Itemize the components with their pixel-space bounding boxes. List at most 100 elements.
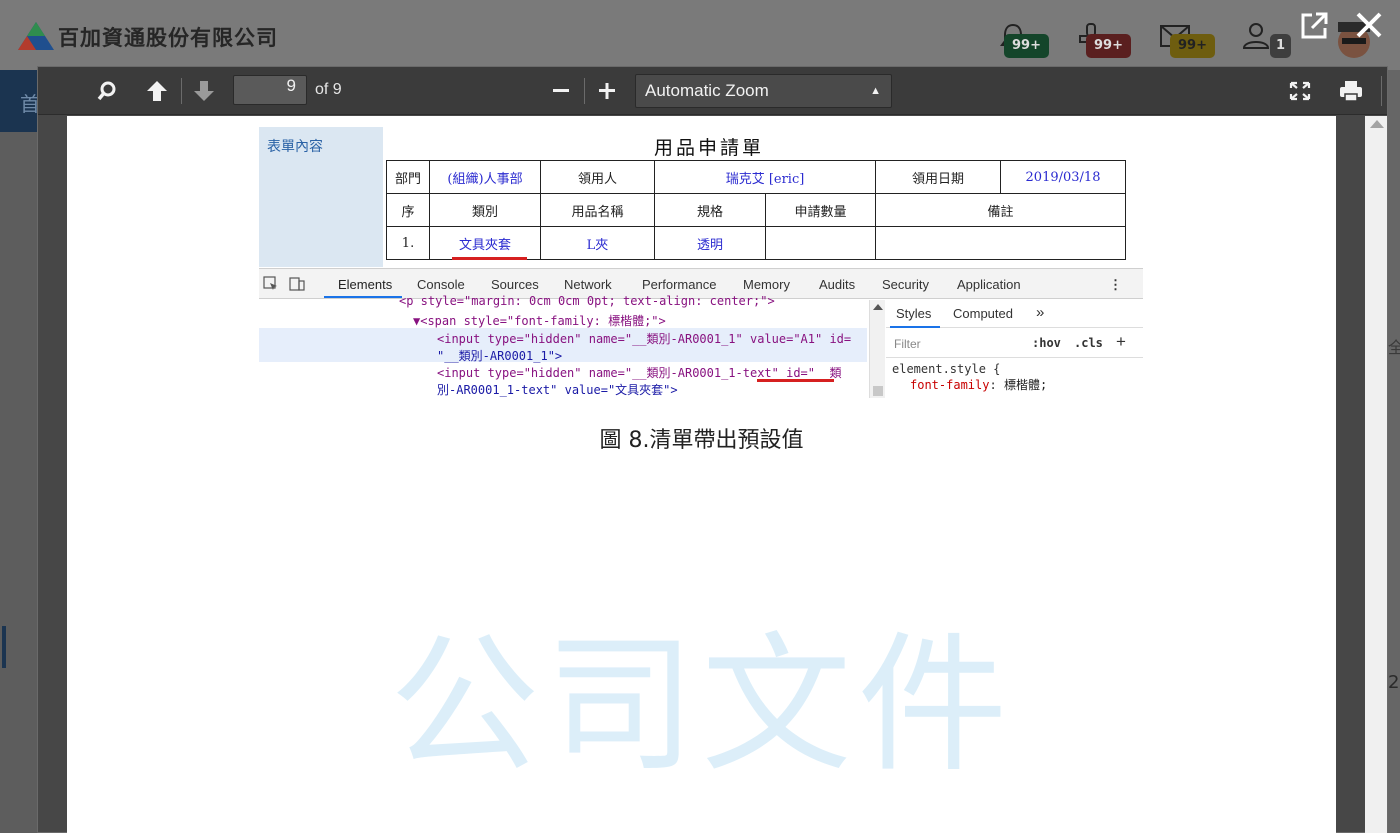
devtools-tab-performance[interactable]: Performance — [642, 277, 716, 292]
devtools-tab-sources[interactable]: Sources — [491, 277, 539, 292]
table-cell: L夾 — [540, 226, 655, 260]
previous-page-icon[interactable] — [146, 80, 168, 102]
open-new-window-icon[interactable] — [1298, 10, 1330, 42]
zoom-select[interactable]: Automatic Zoom ▲ — [635, 74, 892, 108]
table-cell: (組織)人事部 — [429, 160, 541, 194]
devtools-tab-audits[interactable]: Audits — [819, 277, 855, 292]
viewer-toolbar: 9 of 9 Automatic Zoom ▲ — [38, 67, 1387, 115]
pdf-viewer: 9 of 9 Automatic Zoom ▲ 表單內容 用品申請單 部門 (組… — [37, 66, 1388, 833]
bg-left-indicator — [2, 626, 6, 668]
zoom-select-value: Automatic Zoom — [645, 81, 769, 100]
rule-selector: element.style { — [892, 362, 1001, 376]
devtools-tab-application[interactable]: Application — [957, 277, 1021, 292]
dom-line[interactable]: "__類別-AR0001_1"> — [437, 347, 562, 364]
toolbar-separator — [181, 78, 182, 104]
add-rule-icon[interactable]: + — [1116, 332, 1126, 352]
device-toolbar-icon[interactable] — [289, 276, 305, 292]
dom-line[interactable]: ▼<span style="font-family: 標楷體;"> — [413, 312, 666, 329]
devtools-panel: Elements Console Sources Network Perform… — [259, 268, 1143, 398]
toolbar-separator — [1381, 76, 1382, 106]
more-tabs-icon[interactable]: » — [1036, 304, 1044, 321]
table-header: 申請數量 — [765, 193, 876, 227]
table-cell: 2019/03/18 — [1000, 160, 1126, 194]
class-toggle[interactable]: .cls — [1074, 336, 1103, 350]
rule-property: font-family — [910, 378, 990, 392]
table-header: 用品名稱 — [540, 193, 655, 227]
form-content-label: 表單內容 — [267, 139, 323, 155]
zoom-in-icon[interactable] — [597, 81, 617, 101]
next-page-icon[interactable] — [193, 80, 215, 102]
table-header: 序 — [386, 193, 430, 227]
bg-right-digit: 2 — [1388, 672, 1400, 693]
page-number-input[interactable]: 9 — [233, 75, 307, 105]
table-cell: 部門 — [386, 160, 430, 194]
highlight-underline — [757, 379, 834, 382]
figure-caption: 圖 8.清單帶出預設值 — [599, 428, 804, 453]
user-badge: 1 — [1270, 34, 1292, 58]
bg-right-label: 全 — [1388, 338, 1400, 357]
devtools-tab-security[interactable]: Security — [882, 277, 929, 292]
active-tab-indicator — [890, 326, 940, 328]
devtools-tab-console[interactable]: Console — [417, 277, 465, 292]
watermark: 公司文件 — [389, 619, 1014, 793]
search-icon[interactable] — [96, 80, 118, 102]
bell-badge: 99+ — [1004, 34, 1049, 58]
filter-input[interactable]: Filter — [894, 337, 921, 351]
scroll-up-icon[interactable] — [873, 304, 883, 310]
form-label-column: 表單內容 — [259, 127, 383, 267]
table-cell: 透明 — [654, 226, 766, 260]
table-cell: 文具夾套 — [429, 226, 541, 260]
bg-nav-bar: 首 — [0, 70, 40, 132]
company-name: 百加資通股份有限公司 — [58, 26, 278, 50]
bg-right-panel — [1388, 70, 1400, 833]
dom-tree: <p style="margin: 0cm 0cm 0pt; text-alig… — [259, 294, 869, 398]
table-header: 備註 — [875, 193, 1126, 227]
rule-declaration[interactable]: font-family: 標楷體; — [892, 376, 1047, 393]
kebab-menu-icon[interactable]: ⋮ — [1109, 277, 1122, 293]
user-icon[interactable] — [1240, 20, 1274, 54]
dom-line-selected[interactable]: <input type="hidden" name="__類別-AR0001_1… — [437, 330, 851, 347]
company-logo-icon — [18, 22, 54, 50]
scroll-thumb[interactable] — [873, 386, 883, 396]
devtools-tab-network[interactable]: Network — [564, 277, 612, 292]
print-icon[interactable] — [1338, 79, 1364, 103]
app-header: 百加資通股份有限公司 99+ 99+ 99+ 1 — [0, 0, 1400, 70]
dom-scrollbar[interactable] — [869, 300, 885, 398]
styles-tab[interactable]: Styles — [896, 306, 931, 321]
table-row: 1. 文具夾套 L夾 透明 — [386, 226, 1126, 260]
style-rule: element.style { font-family: 標楷體; — [892, 362, 1047, 393]
table-row: 部門 (組織)人事部 領用人 瑞克艾 [eric] 領用日期 2019/03/1… — [386, 160, 1126, 194]
dom-line[interactable]: <p style="margin: 0cm 0cm 0pt; text-alig… — [399, 294, 775, 308]
hover-state-toggle[interactable]: :hov — [1032, 336, 1061, 350]
rule-value: 標楷體; — [1003, 378, 1048, 392]
toolbar-separator — [584, 78, 585, 104]
table-header: 類別 — [429, 193, 541, 227]
embedded-screenshot: 表單內容 用品申請單 部門 (組織)人事部 領用人 瑞克艾 [eric] 領用日… — [259, 127, 1143, 398]
pdf-page: 表單內容 用品申請單 部門 (組織)人事部 領用人 瑞克艾 [eric] 領用日… — [67, 116, 1336, 833]
table-row: 序 類別 用品名稱 規格 申請數量 備註 — [386, 193, 1126, 227]
page-total-label: of 9 — [315, 81, 342, 98]
table-cell — [875, 226, 1126, 260]
table-cell: 領用人 — [540, 160, 655, 194]
form-title: 用品申請單 — [653, 137, 764, 159]
devtools-tab-elements[interactable]: Elements — [338, 277, 392, 292]
zoom-out-icon[interactable] — [551, 81, 571, 101]
table-cell: 1. — [386, 226, 430, 260]
bg-left-panel — [0, 132, 37, 833]
highlight-underline — [452, 257, 527, 260]
scroll-up-icon[interactable] — [1370, 120, 1384, 128]
table-header: 規格 — [654, 193, 766, 227]
requisition-form-table: 部門 (組織)人事部 領用人 瑞克艾 [eric] 領用日期 2019/03/1… — [386, 160, 1126, 260]
active-tab-indicator — [324, 296, 402, 298]
dom-line[interactable]: 別-AR0001_1-text" value="文具夾套"> — [437, 381, 678, 398]
table-cell: 領用日期 — [875, 160, 1001, 194]
computed-tab[interactable]: Computed — [953, 306, 1013, 321]
page-scrollbar[interactable] — [1365, 116, 1387, 833]
styles-filter-bar: Filter :hov .cls + — [886, 330, 1143, 358]
inspect-element-icon[interactable] — [263, 276, 279, 292]
presentation-mode-icon[interactable] — [1288, 80, 1312, 102]
close-icon[interactable] — [1352, 8, 1386, 42]
mail-badge: 99+ — [1170, 34, 1215, 58]
table-cell — [765, 226, 876, 260]
devtools-tab-memory[interactable]: Memory — [743, 277, 790, 292]
